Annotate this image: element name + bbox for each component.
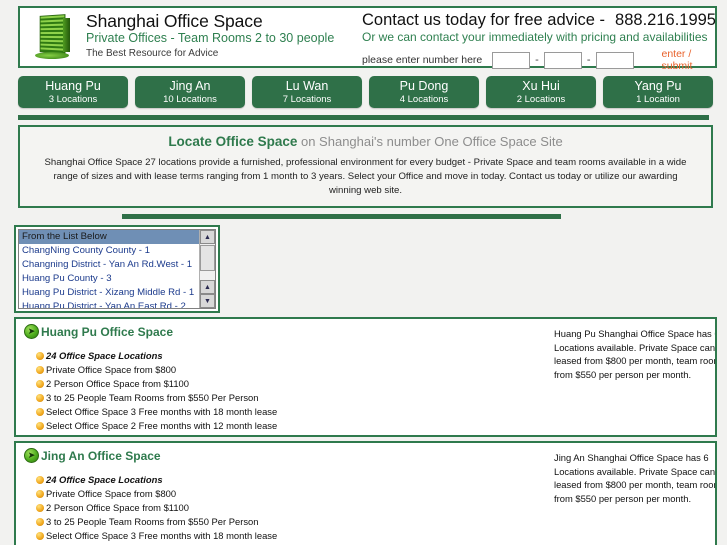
listing-card-jing-an[interactable]: ➤ Jing An Office Space 24 Office Space L… — [14, 441, 717, 545]
bullet-arrow-icon — [36, 475, 44, 484]
bullet-text: Private Office Space from $800 — [46, 488, 177, 499]
tab-sublabel: 10 Locations — [163, 94, 217, 105]
divider-bar-top — [18, 115, 709, 120]
list-item[interactable]: From the List Below — [19, 230, 199, 244]
scrollbar-thumb[interactable] — [200, 245, 215, 271]
bullet-arrow-icon — [36, 407, 44, 416]
listing-note: Huang Pu Shanghai Office Space has 6 Loc… — [554, 328, 717, 380]
green-circle-arrow-icon: ➤ — [24, 324, 39, 339]
scroll-up-icon[interactable]: ▲ — [200, 230, 215, 244]
bullet-text: 24 Office Space Locations — [46, 350, 163, 361]
bullet-arrow-icon — [36, 393, 44, 402]
submit-button[interactable]: enter / submit — [662, 48, 716, 72]
listing-note: Jing An Shanghai Office Space has 6 Loca… — [554, 452, 717, 504]
brand-block: Shanghai Office Space Private Offices - … — [82, 11, 354, 63]
list-item[interactable]: Changning District - Yan An Rd.West - 1 — [19, 258, 199, 272]
brand-tagline: The Best Resource for Advice — [86, 48, 219, 59]
list-item[interactable]: Huang Pu District - Yan An East Rd - 2 — [19, 300, 199, 308]
listing-card-huang-pu[interactable]: ➤ Huang Pu Office Space 24 Office Space … — [14, 317, 717, 437]
locate-title-bold: Locate Office Space — [168, 134, 298, 149]
bullet-arrow-icon — [36, 503, 44, 512]
phone-prefix-input[interactable] — [543, 51, 582, 69]
phone-area-code-input[interactable] — [492, 51, 531, 69]
callback-form: please enter number here - - enter / sub… — [362, 48, 716, 72]
tab-lu-wan[interactable]: Lu Wan 7 Locations — [252, 76, 362, 108]
list-item: 3 to 25 People Team Rooms from $550 Per … — [36, 391, 715, 404]
bullet-arrow-icon — [36, 531, 44, 540]
list-item: Select Office Space 3 Free months with 1… — [36, 529, 715, 542]
tab-sublabel: 1 Location — [636, 94, 680, 105]
bullet-text: Select Office Space 3 Free months with 1… — [46, 530, 278, 541]
bullet-arrow-icon — [36, 351, 44, 360]
scroll-up-glyph: ▲ — [204, 233, 211, 241]
listing-title[interactable]: Huang Pu Office Space — [41, 325, 173, 339]
list-item[interactable]: Huang Pu District - Xizang Middle Rd - 1 — [19, 286, 199, 300]
list-item[interactable]: ChangNing County County - 1 — [19, 244, 199, 258]
bullet-arrow-icon — [36, 421, 44, 430]
location-listbox[interactable]: From the List Below ChangNing County Cou… — [18, 229, 216, 309]
bullet-arrow-icon — [36, 517, 44, 526]
locate-office-space-panel: Locate Office Space on Shanghai's number… — [18, 125, 713, 208]
list-item: Select Office Space 3 Free months with 1… — [36, 405, 715, 418]
bullet-text: Private Office Space from $800 — [46, 364, 177, 375]
bullet-text: 2 Person Office Space from $1100 — [46, 502, 189, 513]
listbox-scrollbar[interactable]: ▲ ▲ ▼ — [199, 230, 215, 308]
list-item: Select Office Space 2 Free months with 1… — [36, 419, 715, 432]
tab-label: Yang Pu — [634, 79, 682, 93]
tab-sublabel: 7 Locations — [282, 94, 332, 105]
tab-label: Pu Dong — [399, 79, 449, 93]
locate-title: Locate Office Space on Shanghai's number… — [42, 133, 689, 151]
tab-huang-pu[interactable]: Huang Pu 3 Locations — [18, 76, 128, 108]
scroll-down-icon[interactable]: ▼ — [200, 294, 215, 308]
page-root: Shanghai Office Space Private Offices - … — [0, 6, 727, 545]
tab-label: Lu Wan — [285, 79, 329, 93]
contact-subline: Or we can contact your immediately with … — [362, 30, 708, 44]
bullet-text: 3 to 25 People Team Rooms from $550 Per … — [46, 392, 259, 403]
tab-pu-dong[interactable]: Pu Dong 4 Locations — [369, 76, 479, 108]
bullet-text: Select Office Space 3 Free months with 1… — [46, 406, 278, 417]
contact-headline-row: Contact us today for free advice - 888.21… — [362, 11, 716, 30]
bullet-arrow-icon — [36, 365, 44, 374]
scroll-up-glyph: ▲ — [204, 283, 211, 291]
tab-sublabel: 3 Locations — [48, 94, 98, 105]
scroll-up-icon-lower[interactable]: ▲ — [200, 280, 215, 294]
logo — [24, 11, 82, 63]
tab-label: Huang Pu — [45, 79, 101, 93]
divider-bar-mid — [122, 214, 561, 219]
district-tabs: Huang Pu 3 Locations Jing An 10 Location… — [18, 76, 713, 108]
green-circle-arrow-icon: ➤ — [24, 448, 39, 463]
listing-title[interactable]: Jing An Office Space — [41, 449, 161, 463]
tab-yang-pu[interactable]: Yang Pu 1 Location — [603, 76, 713, 108]
phone-line-input[interactable] — [595, 51, 634, 69]
bullet-arrow-icon — [36, 489, 44, 498]
location-select-panel: From the List Below ChangNing County Cou… — [14, 225, 220, 313]
bullet-text: 24 Office Space Locations — [46, 474, 163, 485]
tab-label: Xu Hui — [522, 79, 560, 93]
brand-subtitle: Private Offices - Team Rooms 2 to 30 peo… — [86, 31, 335, 45]
list-item: 3 to 25 People Team Rooms from $550 Per … — [36, 515, 715, 528]
tab-xu-hui[interactable]: Xu Hui 2 Locations — [486, 76, 596, 108]
bullet-text: Select Office Space 2 Free months with 1… — [46, 420, 278, 431]
listbox-items: From the List Below ChangNing County Cou… — [19, 230, 199, 308]
locate-description: Shanghai Office Space 27 locations provi… — [44, 157, 687, 196]
green-building-tower-icon — [33, 13, 73, 61]
tab-sublabel: 2 Locations — [516, 94, 566, 105]
site-header: Shanghai Office Space Private Offices - … — [18, 6, 717, 72]
page-title: Shanghai Office Space — [86, 11, 263, 31]
tab-label: Jing An — [169, 79, 211, 93]
tab-sublabel: 4 Locations — [399, 94, 449, 105]
phone-dash-2: - — [586, 54, 591, 66]
bullet-text: 3 to 25 People Team Rooms from $550 Per … — [46, 516, 259, 527]
contact-block: Contact us today for free advice - 888.21… — [360, 11, 716, 72]
list-item[interactable]: Huang Pu County - 3 — [19, 272, 199, 286]
bullet-text: 2 Person Office Space from $1100 — [46, 378, 189, 389]
phone-number: 888.216.1995 — [615, 11, 716, 29]
phone-dash-1: - — [535, 54, 539, 66]
tab-jing-an[interactable]: Jing An 10 Locations — [135, 76, 245, 108]
scroll-down-glyph: ▼ — [204, 297, 211, 305]
bullet-arrow-icon — [36, 379, 44, 388]
phone-form-label: please enter number here — [362, 54, 483, 66]
locate-title-rest: on Shanghai's number One Office Space Si… — [297, 134, 563, 149]
contact-headline: Contact us today for free advice - — [362, 11, 606, 29]
